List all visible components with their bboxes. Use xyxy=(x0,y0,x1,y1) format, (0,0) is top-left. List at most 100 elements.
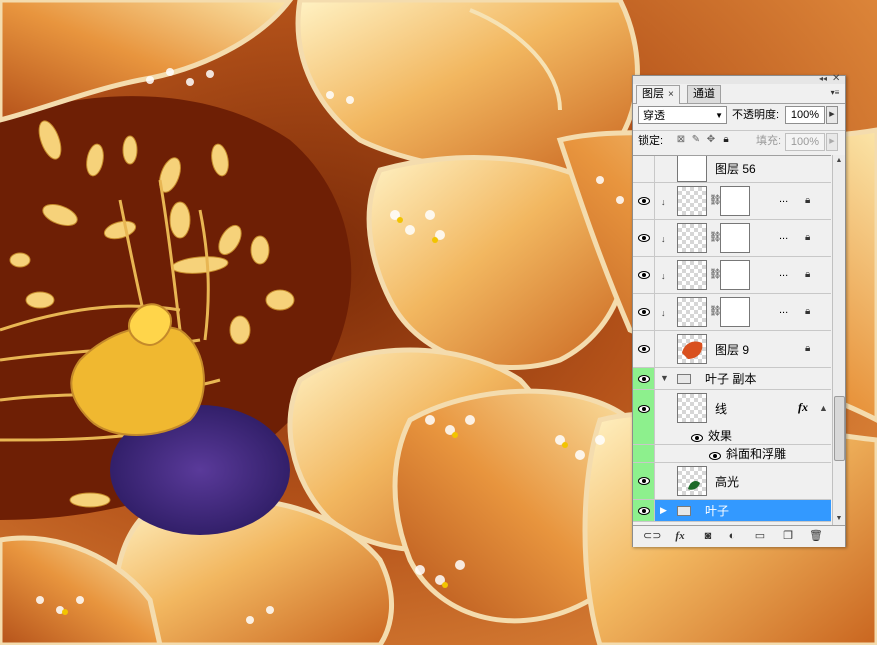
layer-name: ... xyxy=(779,193,789,205)
layer-style-icon[interactable]: fx xyxy=(673,529,687,543)
lock-icon: 🔒︎ xyxy=(805,269,811,280)
tab-channels-label: 通道 xyxy=(693,88,715,100)
tab-layers[interactable]: 图层 × xyxy=(636,85,680,104)
close-icon[interactable]: ✕ xyxy=(832,74,840,84)
layer-name: ... xyxy=(779,267,789,279)
lock-all-icon[interactable]: 🔒︎ xyxy=(720,134,732,146)
effects-row[interactable]: 效果 xyxy=(633,427,831,445)
visibility-toggle[interactable] xyxy=(633,331,655,367)
layer-thumbnail xyxy=(677,156,707,182)
eye-icon xyxy=(638,374,650,383)
layer-row[interactable]: 图层 56 xyxy=(633,156,831,183)
visibility-toggle[interactable] xyxy=(633,390,655,427)
layer-thumbnail xyxy=(677,297,707,327)
panel-menu-icon[interactable]: ▾≡ xyxy=(828,88,842,98)
visibility-toggle[interactable] xyxy=(633,220,655,256)
panel-tabs: 图层 × 通道 ▾≡ xyxy=(633,84,845,104)
link-layers-icon[interactable]: ⊂⊃ xyxy=(643,529,661,543)
layers-panel: ◂◂ ✕ 图层 × 通道 ▾≡ 穿透 ▼ 不透明度: 100% ▶ 锁定: ⊠ ✎… xyxy=(632,74,846,547)
panel-titlebar[interactable]: ◂◂ ✕ xyxy=(633,74,845,84)
opacity-input[interactable]: 100% xyxy=(785,106,825,124)
visibility-toggle[interactable] xyxy=(633,463,655,499)
effects-toggle-icon[interactable]: ▲ xyxy=(819,403,828,413)
blend-mode-select[interactable]: 穿透 ▼ xyxy=(638,106,727,124)
eye-icon xyxy=(638,404,650,413)
lock-icon: 🔒︎ xyxy=(805,232,811,243)
layer-row[interactable]: ↓ ⛓ ... 🔒︎ xyxy=(633,183,831,220)
layers-scrollbar[interactable]: ▲ ▼ xyxy=(832,155,845,525)
visibility-toggle[interactable] xyxy=(633,500,655,521)
lock-icon: 🔒︎ xyxy=(805,343,811,354)
eye-icon xyxy=(638,477,650,485)
new-group-icon[interactable]: ▭ xyxy=(753,529,767,543)
tab-layers-label: 图层 xyxy=(642,88,664,100)
opacity-slider-button[interactable]: ▶ xyxy=(826,106,838,124)
collapse-icon[interactable]: ◂◂ xyxy=(819,75,827,83)
eye-icon xyxy=(638,234,650,242)
visibility-toggle[interactable] xyxy=(633,183,655,219)
layer-row[interactable]: 高光 xyxy=(633,463,831,500)
layer-mask-thumbnail[interactable] xyxy=(720,260,750,290)
visibility-toggle[interactable] xyxy=(633,156,655,182)
layer-thumbnail xyxy=(677,260,707,290)
layers-list: 图层 56 ↓ ⛓ ... 🔒︎ ↓ ⛓ ... 🔒︎ ↓ ⛓ ... 🔒︎ ↓… xyxy=(633,155,831,526)
eye-icon xyxy=(638,506,650,515)
layer-thumbnail xyxy=(677,393,707,423)
eye-icon[interactable] xyxy=(709,449,721,463)
eye-icon[interactable] xyxy=(691,431,703,445)
layer-mask-thumbnail[interactable] xyxy=(720,297,750,327)
layer-thumbnail xyxy=(677,466,707,496)
eye-icon xyxy=(638,271,650,279)
tab-close-icon[interactable]: × xyxy=(668,89,674,100)
adjustment-layer-icon[interactable]: ◐ xyxy=(725,529,739,543)
fx-icon[interactable]: fx xyxy=(798,400,808,415)
lock-paint-icon[interactable]: ✎ xyxy=(690,134,702,146)
scroll-up-icon[interactable]: ▲ xyxy=(833,155,845,167)
layer-row[interactable]: 图层 9 🔒︎ xyxy=(633,331,831,368)
clip-arrow-icon: ↓ xyxy=(661,308,666,318)
layer-row[interactable]: ↓ ⛓ ... 🔒︎ xyxy=(633,257,831,294)
lock-icon: 🔒︎ xyxy=(805,306,811,317)
layer-row[interactable]: ↓ ⛓ ... 🔒︎ xyxy=(633,294,831,331)
group-name: 叶子 副本 xyxy=(705,372,757,386)
visibility-column xyxy=(633,445,655,462)
group-row-selected[interactable]: ▶ 叶子 xyxy=(633,500,831,522)
expand-triangle-icon[interactable]: ▶ xyxy=(660,505,667,516)
layer-row[interactable]: 线 fx ▲ xyxy=(633,390,831,427)
fill-slider-button[interactable]: ▶ xyxy=(826,133,838,151)
eye-icon xyxy=(638,345,650,353)
lock-label: 锁定: xyxy=(638,135,664,147)
clip-arrow-icon: ↓ xyxy=(661,197,666,207)
group-row[interactable]: ▼ 叶子 副本 xyxy=(633,368,831,390)
blend-opacity-row: 穿透 ▼ 不透明度: 100% ▶ xyxy=(633,105,845,127)
layer-name: 高光 xyxy=(715,475,740,489)
visibility-toggle[interactable] xyxy=(633,368,655,389)
eye-icon xyxy=(638,308,650,316)
visibility-toggle[interactable] xyxy=(633,294,655,330)
fill-input[interactable]: 100% xyxy=(785,133,825,151)
group-name: 叶子 xyxy=(705,504,730,518)
trash-icon[interactable]: 🗑︎ xyxy=(809,529,823,543)
layer-name: 图层 9 xyxy=(715,343,750,357)
lock-position-icon[interactable]: ✥ xyxy=(705,134,717,146)
expand-triangle-icon[interactable]: ▼ xyxy=(660,373,669,383)
layer-name: ... xyxy=(779,304,789,316)
scroll-thumb[interactable] xyxy=(834,396,845,461)
dropdown-arrow-icon: ▼ xyxy=(715,111,723,120)
layer-mask-thumbnail[interactable] xyxy=(720,186,750,216)
layer-thumbnail xyxy=(677,334,707,364)
tab-channels[interactable]: 通道 xyxy=(687,85,721,103)
new-layer-icon[interactable]: ❐ xyxy=(781,529,795,543)
effect-item[interactable]: 斜面和浮雕 xyxy=(633,445,831,463)
panel-bottom-bar: ⊂⊃ fx ◙ ◐ ▭ ❐ 🗑︎ xyxy=(633,525,845,547)
layer-name: ... xyxy=(779,230,789,242)
add-mask-icon[interactable]: ◙ xyxy=(701,529,715,543)
layer-mask-thumbnail[interactable] xyxy=(720,223,750,253)
layer-row[interactable]: ↓ ⛓ ... 🔒︎ xyxy=(633,220,831,257)
effects-label: 效果 xyxy=(708,429,733,443)
layer-thumbnail xyxy=(677,186,707,216)
layer-thumbnail xyxy=(677,223,707,253)
scroll-down-icon[interactable]: ▼ xyxy=(833,513,845,525)
lock-transparency-icon[interactable]: ⊠ xyxy=(675,134,687,146)
visibility-toggle[interactable] xyxy=(633,257,655,293)
